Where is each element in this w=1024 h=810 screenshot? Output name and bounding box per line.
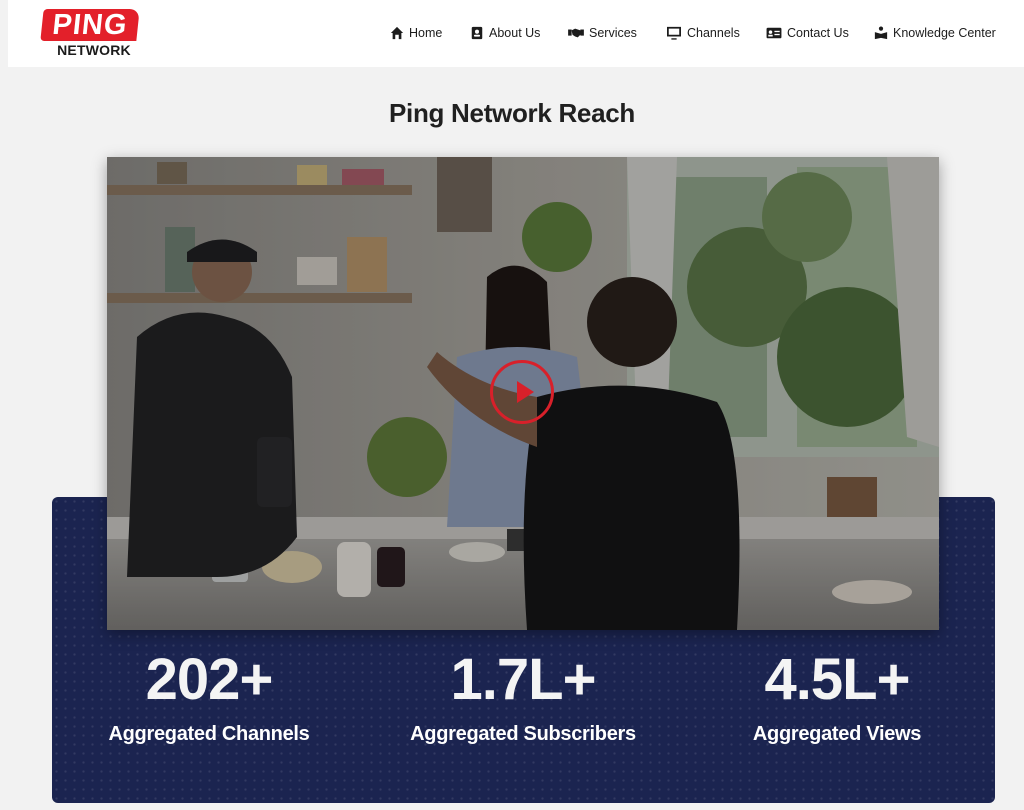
ping-network-logo[interactable]: PING NETWORK (40, 9, 142, 58)
nav-item-contact-us[interactable]: Contact Us (766, 22, 849, 44)
play-icon (517, 381, 534, 403)
nav-item-home[interactable]: Home (390, 22, 442, 44)
stat-views: 4.5L+ Aggregated Views (677, 640, 997, 748)
stat-value-channels: 202+ (145, 647, 274, 712)
nav-item-services[interactable]: Services (568, 22, 637, 44)
nav-label-channels: Channels (687, 26, 740, 40)
stat-value-views: 4.5L+ (764, 647, 911, 712)
page-title: Ping Network Reach (389, 98, 635, 128)
nav-label-knowledge-center: Knowledge Center (893, 26, 996, 40)
stat-label-subscribers: Aggregated Subscribers (410, 723, 636, 745)
logo-ping-text: PING (40, 9, 140, 41)
nav-label-services: Services (589, 26, 637, 40)
handshake-icon (568, 28, 584, 38)
stat-label-views: Aggregated Views (752, 723, 922, 745)
id-badge-icon (471, 26, 483, 40)
play-button[interactable] (490, 360, 554, 424)
stat-channels: 202+ Aggregated Channels (49, 640, 369, 748)
monitor-icon (667, 26, 681, 40)
reader-icon (874, 26, 888, 40)
logo-network-text: NETWORK (57, 42, 131, 58)
video-player[interactable] (107, 157, 939, 630)
nav-item-about-us[interactable]: About Us (470, 22, 540, 44)
nav-label-about-us: About Us (489, 26, 541, 40)
stat-value-subscribers: 1.7L+ (450, 647, 597, 712)
nav-item-knowledge-center[interactable]: Knowledge Center (874, 22, 996, 44)
stat-label-channels: Aggregated Channels (108, 723, 310, 745)
home-icon (390, 26, 404, 40)
contact-card-icon (766, 27, 782, 39)
nav-label-contact-us: Contact Us (787, 26, 849, 40)
nav-item-channels[interactable]: Channels (666, 22, 740, 44)
nav-label-home: Home (409, 26, 443, 40)
stat-subscribers: 1.7L+ Aggregated Subscribers (363, 640, 683, 748)
